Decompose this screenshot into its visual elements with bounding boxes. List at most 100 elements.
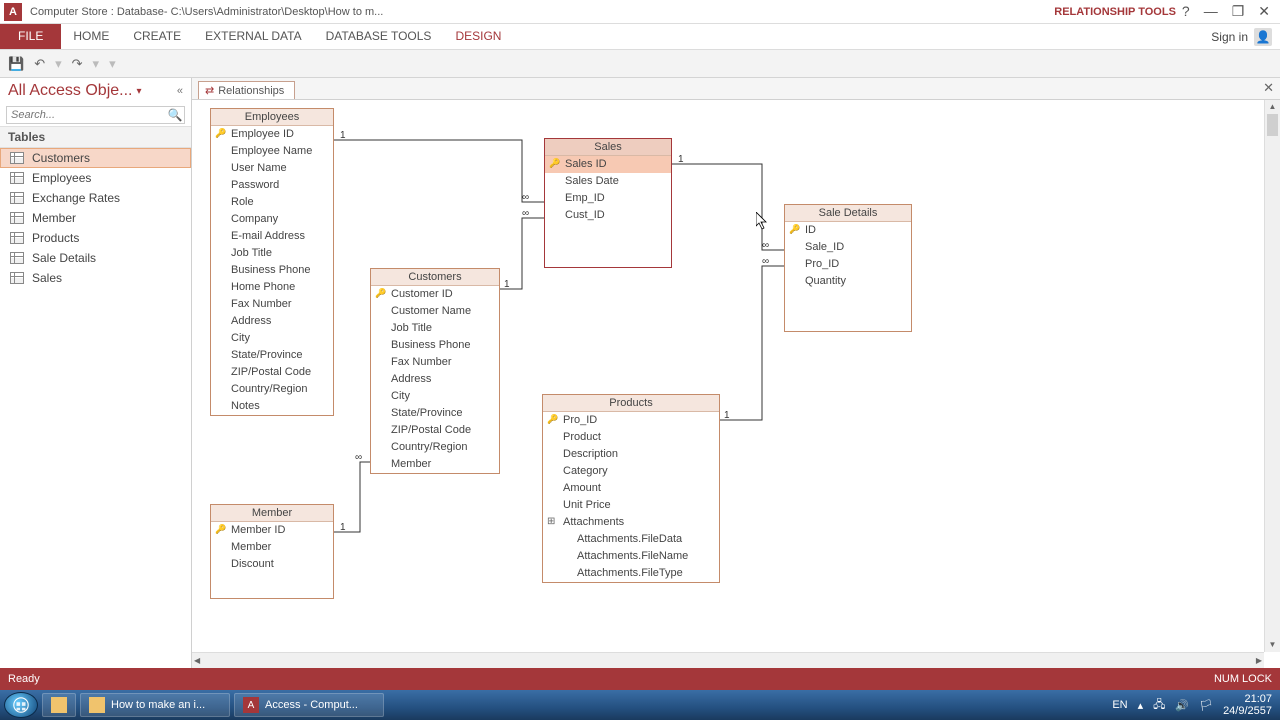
taskbar-item-pinned[interactable] <box>42 693 76 717</box>
scroll-right-icon[interactable]: ▶ <box>1256 656 1262 665</box>
field-row[interactable]: City <box>371 388 499 405</box>
nav-item-exchange-rates[interactable]: Exchange Rates <box>0 188 191 208</box>
field-row[interactable]: Fax Number <box>371 354 499 371</box>
field-row[interactable]: Member ID <box>211 522 333 539</box>
field-row[interactable]: Product <box>543 429 719 446</box>
nav-header[interactable]: All Access Obje... ▾ « <box>0 78 191 104</box>
restore-button[interactable]: ❐ <box>1232 3 1245 20</box>
qat-customize-icon[interactable]: ▾ <box>109 56 116 72</box>
tab-design[interactable]: DESIGN <box>443 24 513 49</box>
redo-icon[interactable]: ↷ <box>72 56 83 72</box>
close-button[interactable]: ✕ <box>1258 3 1270 20</box>
field-row[interactable]: Address <box>371 371 499 388</box>
field-row[interactable]: Password <box>211 177 333 194</box>
tab-relationships[interactable]: ⇄ Relationships <box>198 81 295 99</box>
save-icon[interactable]: 💾 <box>8 56 24 72</box>
field-row[interactable]: Country/Region <box>211 381 333 398</box>
field-row[interactable]: Discount <box>211 556 333 573</box>
field-row[interactable]: State/Province <box>371 405 499 422</box>
minimize-button[interactable]: — <box>1204 3 1218 20</box>
taskbar-item-explorer[interactable]: How to make an i... <box>80 693 230 717</box>
field-row[interactable]: Employee ID <box>211 126 333 143</box>
field-row[interactable]: Customer Name <box>371 303 499 320</box>
field-row[interactable]: Pro_ID <box>543 412 719 429</box>
field-row[interactable]: Job Title <box>211 245 333 262</box>
nav-item-sale-details[interactable]: Sale Details <box>0 248 191 268</box>
table-products[interactable]: ProductsPro_IDProductDescriptionCategory… <box>542 394 720 583</box>
field-row[interactable]: Employee Name <box>211 143 333 160</box>
field-row[interactable]: State/Province <box>211 347 333 364</box>
nav-item-products[interactable]: Products <box>0 228 191 248</box>
clock[interactable]: 21:07 24/9/2557 <box>1223 693 1272 717</box>
field-row[interactable]: Category <box>543 463 719 480</box>
table-employees[interactable]: EmployeesEmployee IDEmployee NameUser Na… <box>210 108 334 416</box>
search-icon[interactable]: 🔍 <box>166 108 184 122</box>
scroll-down-icon[interactable]: ▼ <box>1265 638 1280 652</box>
field-row[interactable]: Attachments.FileData <box>543 531 719 548</box>
collapse-pane-icon[interactable]: « <box>177 85 183 97</box>
field-row[interactable]: ZIP/Postal Code <box>371 422 499 439</box>
close-tab-icon[interactable]: ✕ <box>1263 80 1274 96</box>
scroll-thumb[interactable] <box>1267 114 1278 136</box>
field-row[interactable]: Emp_ID <box>545 190 671 207</box>
field-row[interactable]: Cust_ID <box>545 207 671 224</box>
field-row[interactable]: Notes <box>211 398 333 415</box>
field-row[interactable]: ID <box>785 222 911 239</box>
field-row[interactable]: Home Phone <box>211 279 333 296</box>
nav-item-member[interactable]: Member <box>0 208 191 228</box>
scroll-left-icon[interactable]: ◀ <box>194 656 200 665</box>
tray-chevron-icon[interactable]: ▴ <box>1138 699 1144 712</box>
start-button[interactable] <box>4 692 38 718</box>
field-row[interactable]: Fax Number <box>211 296 333 313</box>
table-sales[interactable]: SalesSales IDSales DateEmp_IDCust_ID <box>544 138 672 268</box>
help-icon[interactable]: ? <box>1182 3 1190 20</box>
field-row[interactable]: Attachments <box>543 514 719 531</box>
field-row[interactable]: Sales Date <box>545 173 671 190</box>
field-row[interactable]: Job Title <box>371 320 499 337</box>
field-row[interactable]: Customer ID <box>371 286 499 303</box>
table-member[interactable]: MemberMember IDMemberDiscount <box>210 504 334 599</box>
language-indicator[interactable]: EN <box>1112 699 1127 711</box>
field-row[interactable]: Sales ID <box>545 156 671 173</box>
sign-in[interactable]: Sign in 👤 <box>1211 24 1280 49</box>
field-row[interactable]: Description <box>543 446 719 463</box>
table-sale-details[interactable]: Sale DetailsIDSale_IDPro_IDQuantity <box>784 204 912 332</box>
horizontal-scrollbar[interactable]: ◀ ▶ <box>192 652 1264 668</box>
nav-search[interactable]: 🔍 <box>6 106 185 124</box>
field-row[interactable]: Amount <box>543 480 719 497</box>
scroll-up-icon[interactable]: ▲ <box>1265 100 1280 114</box>
undo-icon[interactable]: ↶ <box>34 56 45 72</box>
field-row[interactable]: Address <box>211 313 333 330</box>
vertical-scrollbar[interactable]: ▲ ▼ <box>1264 100 1280 652</box>
nav-group-tables[interactable]: Tables <box>0 126 191 148</box>
search-input[interactable] <box>7 107 166 123</box>
flag-icon[interactable]: 🏳 <box>1199 699 1213 712</box>
field-row[interactable]: Company <box>211 211 333 228</box>
volume-icon[interactable]: 🔊 <box>1175 699 1189 712</box>
field-row[interactable]: Member <box>371 456 499 473</box>
table-customers[interactable]: CustomersCustomer IDCustomer NameJob Tit… <box>370 268 500 474</box>
field-row[interactable]: Attachments.FileType <box>543 565 719 582</box>
tab-file[interactable]: FILE <box>0 24 61 49</box>
network-icon[interactable]: 🖧 <box>1153 696 1165 715</box>
field-row[interactable]: Sale_ID <box>785 239 911 256</box>
field-row[interactable]: Attachments.FileName <box>543 548 719 565</box>
nav-item-customers[interactable]: Customers <box>0 148 191 168</box>
field-row[interactable]: Role <box>211 194 333 211</box>
system-tray[interactable]: EN ▴ 🖧 🔊 🏳 21:07 24/9/2557 <box>1112 693 1276 717</box>
field-row[interactable]: Business Phone <box>371 337 499 354</box>
field-row[interactable]: ZIP/Postal Code <box>211 364 333 381</box>
nav-item-sales[interactable]: Sales <box>0 268 191 288</box>
taskbar-item-access[interactable]: A Access - Comput... <box>234 693 384 717</box>
field-row[interactable]: Pro_ID <box>785 256 911 273</box>
field-row[interactable]: Quantity <box>785 273 911 290</box>
field-row[interactable]: Unit Price <box>543 497 719 514</box>
field-row[interactable]: City <box>211 330 333 347</box>
tab-home[interactable]: HOME <box>61 24 121 49</box>
field-row[interactable]: User Name <box>211 160 333 177</box>
field-row[interactable]: E-mail Address <box>211 228 333 245</box>
relationships-canvas[interactable]: 1∞ 1∞ 1∞ 1∞ 1∞ EmployeesEmployee IDEmplo… <box>192 100 1280 668</box>
field-row[interactable]: Member <box>211 539 333 556</box>
nav-item-employees[interactable]: Employees <box>0 168 191 188</box>
tab-create[interactable]: CREATE <box>121 24 193 49</box>
